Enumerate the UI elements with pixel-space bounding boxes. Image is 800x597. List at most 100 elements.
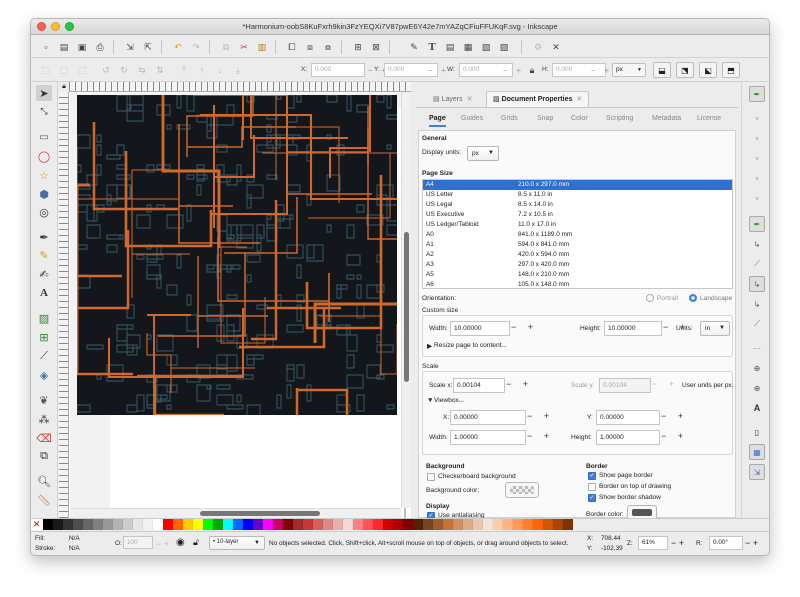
3d-box-tool-icon[interactable]: ⬢	[36, 186, 52, 202]
palette-swatch[interactable]	[473, 519, 483, 530]
rectangle-tool-icon[interactable]: ▭	[36, 129, 52, 145]
subtab-snap[interactable]: Snap	[537, 115, 553, 122]
rotate-cw-icon[interactable]: ↻	[117, 63, 131, 77]
palette-swatch[interactable]	[173, 519, 183, 530]
transform-gradients-icon[interactable]: ⬕	[699, 62, 717, 78]
w-stepper[interactable]: − +	[501, 63, 523, 77]
palette-swatch[interactable]	[543, 519, 553, 530]
palette-swatch[interactable]	[253, 519, 263, 530]
palette-swatch[interactable]	[313, 519, 323, 530]
palette-swatch[interactable]	[323, 519, 333, 530]
zoom-tool-icon[interactable]: 🔍︎	[36, 473, 52, 489]
preferences-icon[interactable]: ⚙	[531, 40, 545, 54]
palette-swatch[interactable]	[533, 519, 543, 530]
y-stepper[interactable]: − +	[426, 63, 448, 77]
snap-rotation-center-icon[interactable]: ⊕	[749, 360, 765, 376]
snap-bbox-center-icon[interactable]: ▫	[749, 190, 765, 206]
ruler-corner-lock-icon[interactable]: 🔒︎	[59, 82, 69, 92]
raise-icon[interactable]: ↑	[195, 63, 209, 77]
save-icon[interactable]: ▣	[75, 40, 89, 54]
viewbox-height-field[interactable]: 1.00000	[596, 430, 660, 445]
page-size-row[interactable]: US Executive 7.2 x 10.5 in	[423, 210, 732, 220]
ellipse-tool-icon[interactable]: ◯	[36, 148, 52, 164]
spiral-tool-icon[interactable]: ◎	[36, 204, 52, 220]
opacity-stepper[interactable]: − +	[156, 539, 169, 549]
expander-arrow-down-icon[interactable]: ▼	[427, 397, 434, 404]
text-tool-icon[interactable]: A	[36, 285, 52, 301]
circuit-artwork[interactable]	[77, 95, 397, 415]
close-tab-icon[interactable]: ✕	[576, 96, 582, 103]
rotate-field[interactable]: 0.00°	[709, 536, 743, 550]
tab-layers[interactable]: ▤ Layers ✕	[426, 91, 479, 107]
border-shadow-checkbox[interactable]: ✓	[588, 494, 596, 502]
palette-swatch[interactable]	[193, 519, 203, 530]
rotate-stepper[interactable]: − +	[745, 538, 758, 548]
document-properties-icon[interactable]: ▨	[497, 40, 511, 54]
resize-to-content-expander[interactable]: Resize page to content...	[434, 342, 507, 349]
paste-icon[interactable]: ▥	[255, 40, 269, 54]
expander-arrow-icon[interactable]: ▶	[427, 342, 432, 350]
layer-select[interactable]: • 10-layer ▼	[209, 536, 265, 550]
snap-nodes-icon[interactable]: ✒	[749, 216, 765, 232]
import-icon[interactable]: ⇲	[123, 40, 137, 54]
select-all-layers-icon[interactable]: ⬚	[57, 63, 71, 77]
vertical-scroll-thumb[interactable]	[404, 232, 409, 382]
palette-swatch[interactable]	[183, 519, 193, 530]
palette-swatch[interactable]	[203, 519, 213, 530]
palette-swatch[interactable]	[383, 519, 393, 530]
color-palette[interactable]: ✕	[31, 518, 769, 531]
flip-horizontal-icon[interactable]: ⇆	[135, 63, 149, 77]
viewbox-x-field[interactable]: 0.00000	[450, 410, 526, 425]
subtab-guides[interactable]: Guides	[461, 115, 483, 122]
page-size-row[interactable]: A4 210.0 x 297.0 mm	[423, 180, 732, 190]
toggle-visibility-icon[interactable]: ◉	[176, 537, 185, 548]
landscape-radio[interactable]	[689, 294, 697, 302]
background-color-button[interactable]	[505, 482, 539, 498]
export-icon[interactable]: ⇱	[141, 40, 155, 54]
subtab-grids[interactable]: Grids	[501, 115, 518, 122]
measure-tool-icon[interactable]: 📏︎	[36, 492, 52, 508]
subtab-color[interactable]: Color	[571, 115, 588, 122]
palette-swatch[interactable]	[83, 519, 93, 530]
toggle-lock-icon[interactable]: 🔓︎	[193, 537, 199, 548]
snap-smooth-nodes-icon[interactable]: ↳	[749, 296, 765, 312]
viewbox-x-stepper[interactable]: − +	[527, 411, 549, 421]
snap-page-border-icon[interactable]: ▯	[749, 424, 765, 440]
horizontal-scrollbar[interactable]	[70, 508, 401, 518]
viewbox-height-stepper[interactable]: − +	[661, 431, 683, 441]
text-tool-icon[interactable]: T	[425, 40, 439, 54]
page-size-row[interactable]: US Letter 8.5 x 11.0 in	[423, 190, 732, 200]
page-size-list[interactable]: A4 210.0 x 297.0 mm US Letter 8.5 x 11.0 in…	[422, 179, 733, 289]
palette-swatch[interactable]	[43, 519, 53, 530]
palette-swatch[interactable]	[333, 519, 343, 530]
checkerboard-checkbox[interactable]	[427, 473, 435, 481]
pencil-tool-icon[interactable]: ✎	[36, 247, 52, 263]
palette-swatch[interactable]	[483, 519, 493, 530]
palette-swatch[interactable]	[273, 519, 283, 530]
palette-swatch[interactable]	[503, 519, 513, 530]
palette-swatch[interactable]	[53, 519, 63, 530]
palette-swatch[interactable]	[303, 519, 313, 530]
subtab-metadata[interactable]: Metadata	[652, 115, 681, 122]
lower-icon[interactable]: ↓	[213, 63, 227, 77]
snap-paths-icon[interactable]: ↳	[749, 236, 765, 252]
clone-icon[interactable]: ⊠	[369, 40, 383, 54]
stroke-value[interactable]: N/A	[69, 545, 80, 552]
fill-value[interactable]: N/A	[69, 535, 80, 542]
snap-grids-icon[interactable]: ▦	[749, 444, 765, 460]
palette-swatch[interactable]	[403, 519, 413, 530]
subtab-page[interactable]: Page	[429, 115, 446, 127]
palette-swatch[interactable]	[413, 519, 423, 530]
palette-swatch[interactable]	[373, 519, 383, 530]
page-height-field[interactable]: 10.00000	[604, 321, 662, 336]
palette-swatch[interactable]	[453, 519, 463, 530]
palette-swatch[interactable]	[153, 519, 163, 530]
rotate-ccw-icon[interactable]: ↺	[99, 63, 113, 77]
palette-swatch[interactable]	[113, 519, 123, 530]
horizontal-scroll-thumb[interactable]	[200, 511, 320, 516]
lower-to-bottom-icon[interactable]: ⤓	[231, 63, 245, 77]
subtab-license[interactable]: License	[697, 115, 721, 122]
palette-swatch[interactable]	[133, 519, 143, 530]
tools-icon[interactable]: ✕	[549, 40, 563, 54]
border-on-top-checkbox[interactable]	[588, 483, 596, 491]
